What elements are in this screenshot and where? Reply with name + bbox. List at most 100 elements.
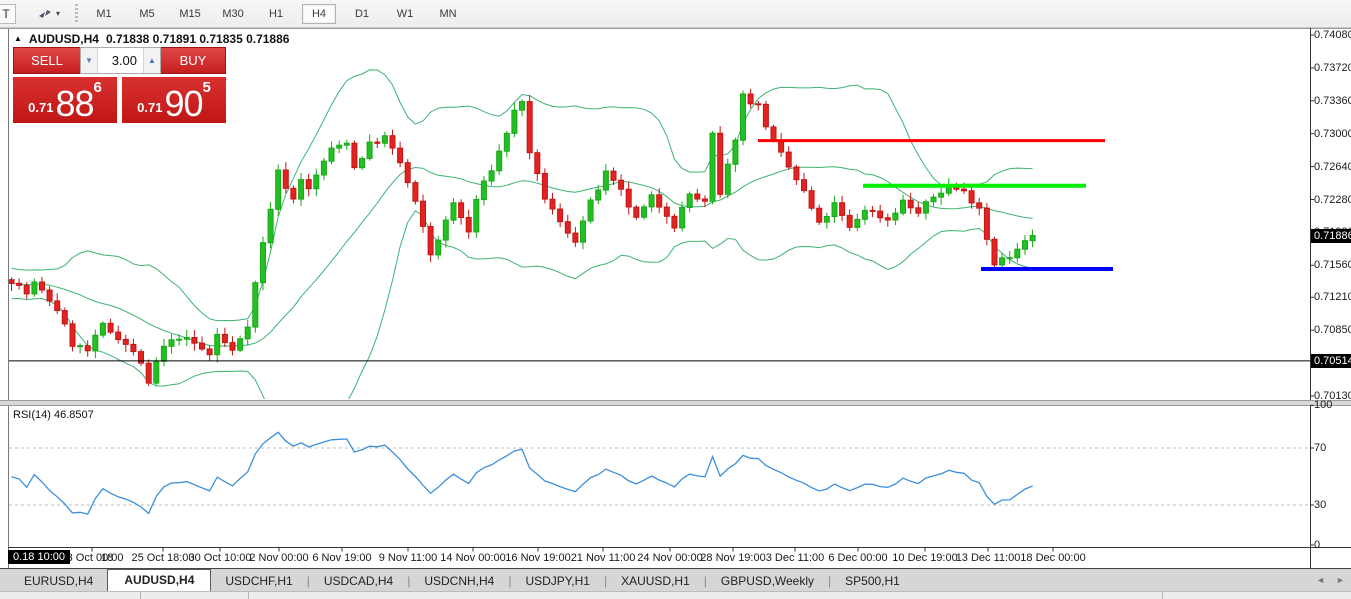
candle-body xyxy=(694,193,701,200)
rsi-axis-label: 70 xyxy=(1314,442,1327,454)
tab-gbpusd-weekly[interactable]: GBPUSD,Weekly xyxy=(707,571,828,591)
timeframe-button-h1[interactable]: H1 xyxy=(259,4,293,24)
sell-price-main: 88 xyxy=(55,83,94,124)
tab-eurusd-h4[interactable]: EURUSD,H4 xyxy=(10,571,107,591)
candle-body xyxy=(526,101,533,154)
trading-platform-window: T ▾ M1 M5 M15 M30 H1 H4 D1 W1 MN ▲ AUDUSD,H4 0.7… xyxy=(0,0,1351,599)
candle-body xyxy=(839,202,846,216)
candle-body xyxy=(823,216,830,223)
buy-price-box[interactable]: 0.71 90 5 xyxy=(122,77,226,123)
candle-body xyxy=(54,300,61,311)
volume-stepper: ▼ 3.00 ▲ xyxy=(80,47,161,74)
candle-body xyxy=(412,182,419,202)
tab-usdcad-h4[interactable]: USDCAD,H4 xyxy=(310,571,407,591)
candle-body xyxy=(221,333,228,344)
timeframe-button-m30[interactable]: M30 xyxy=(216,4,250,24)
timeframe-button-d1[interactable]: D1 xyxy=(345,4,379,24)
tab-usdchf-h1[interactable]: USDCHF,H1 xyxy=(211,571,306,591)
chart-arrows-button[interactable]: ▾ xyxy=(34,5,63,23)
candle-body xyxy=(214,333,221,356)
candle-body xyxy=(762,103,769,128)
volume-increase-button[interactable]: ▲ xyxy=(143,48,160,73)
candle-body xyxy=(755,103,762,106)
timeframe-button-m5[interactable]: M5 xyxy=(130,4,164,24)
candle-body xyxy=(92,334,99,352)
candle-body xyxy=(450,202,457,221)
tab-audusd-h4[interactable]: AUDUSD,H4 xyxy=(107,569,212,591)
candle-body xyxy=(625,188,632,208)
candle-body xyxy=(983,207,990,240)
timeframe-toolbar: M1 M5 M15 M30 H1 H4 D1 W1 MN xyxy=(87,3,465,24)
price-axis-label: 0.72280 xyxy=(1314,193,1351,206)
candle-body xyxy=(831,202,838,217)
time-axis-label: 21 Nov 11:00 xyxy=(570,552,636,564)
tab-usdjpy-h1[interactable]: USDJPY,H1 xyxy=(511,571,603,591)
candle-body xyxy=(176,338,183,341)
tab-usdcnh-h4[interactable]: USDCNH,H4 xyxy=(410,571,508,591)
tab-scroll-right-icon[interactable]: ► xyxy=(1336,575,1345,585)
candle-body xyxy=(237,338,244,351)
candle-body xyxy=(1014,248,1021,259)
tab-xauusd-h1[interactable]: XAUUSD,H1 xyxy=(607,571,704,591)
candle-body xyxy=(107,322,114,333)
candle-body xyxy=(351,142,358,169)
candle-body xyxy=(305,179,312,190)
time-axis-label: 13 Dec 11:00 xyxy=(955,552,1021,564)
candle-body xyxy=(922,201,929,214)
candle-body xyxy=(229,342,236,351)
candle-body xyxy=(968,190,975,204)
black-level-label: 0.70514 xyxy=(1311,353,1351,368)
current-price-label: 0.71886 xyxy=(1311,228,1351,243)
one-click-collapse-icon[interactable]: ▲ xyxy=(14,35,22,43)
candle-body xyxy=(244,326,251,340)
candle-body xyxy=(336,144,343,149)
rsi-axis-label: 0 xyxy=(1314,539,1321,551)
timeframe-button-m1[interactable]: M1 xyxy=(87,4,121,24)
timeframe-button-mn[interactable]: MN xyxy=(431,4,465,24)
tab-sp500-h1[interactable]: SP500,H1 xyxy=(831,571,914,591)
price-axis-label: 0.73360 xyxy=(1314,94,1351,107)
candle-body xyxy=(343,142,350,146)
candle-body xyxy=(39,281,45,291)
candle-body xyxy=(930,196,937,203)
sell-price-pip: 6 xyxy=(93,79,102,96)
candle-body xyxy=(145,362,152,384)
price-axis-label: 0.74080 xyxy=(1314,29,1351,41)
candle-body xyxy=(595,189,602,201)
candle-body xyxy=(618,179,625,190)
sell-button[interactable]: SELL xyxy=(13,47,80,74)
candle-body xyxy=(61,310,68,325)
timeframe-button-h4[interactable]: H4 xyxy=(302,3,337,24)
volume-decrease-button[interactable]: ▼ xyxy=(81,48,98,73)
price-axis-label: 0.73000 xyxy=(1314,127,1351,140)
timeframe-button-m15[interactable]: M15 xyxy=(173,4,207,24)
timeframe-button-w1[interactable]: W1 xyxy=(388,4,422,24)
price-axis-label: 0.71560 xyxy=(1314,259,1351,272)
symbol-period-label: AUDUSD,H4 xyxy=(28,32,99,46)
buy-button[interactable]: BUY xyxy=(161,47,226,74)
candle-body xyxy=(389,135,396,149)
candle-body xyxy=(793,166,800,181)
tab-scroll-left-icon[interactable]: ◄ xyxy=(1316,575,1325,585)
candle-body xyxy=(519,101,525,111)
status-separator xyxy=(140,592,141,599)
candle-body xyxy=(69,323,76,347)
candle-body xyxy=(458,202,465,219)
text-tool-icon[interactable]: T xyxy=(0,3,16,24)
candle-body xyxy=(282,169,289,189)
time-axis-label: 3 Dec 11:00 xyxy=(765,552,825,564)
sell-price-box[interactable]: 0.71 88 6 xyxy=(13,77,117,123)
candle-body xyxy=(869,209,876,212)
volume-value[interactable]: 3.00 xyxy=(98,48,143,73)
price-axis-label: 0.72640 xyxy=(1314,160,1351,173)
candle-body xyxy=(679,207,686,229)
candle-body xyxy=(900,199,906,214)
candle-body xyxy=(587,199,594,222)
candle-body xyxy=(420,200,426,227)
candle-body xyxy=(511,109,518,134)
candle-body xyxy=(397,147,404,164)
time-axis-label: 6 Dec 00:00 xyxy=(828,552,888,564)
candle-body xyxy=(884,217,891,221)
candle-body xyxy=(153,360,160,384)
toolbar-grip-handle[interactable] xyxy=(75,3,79,24)
